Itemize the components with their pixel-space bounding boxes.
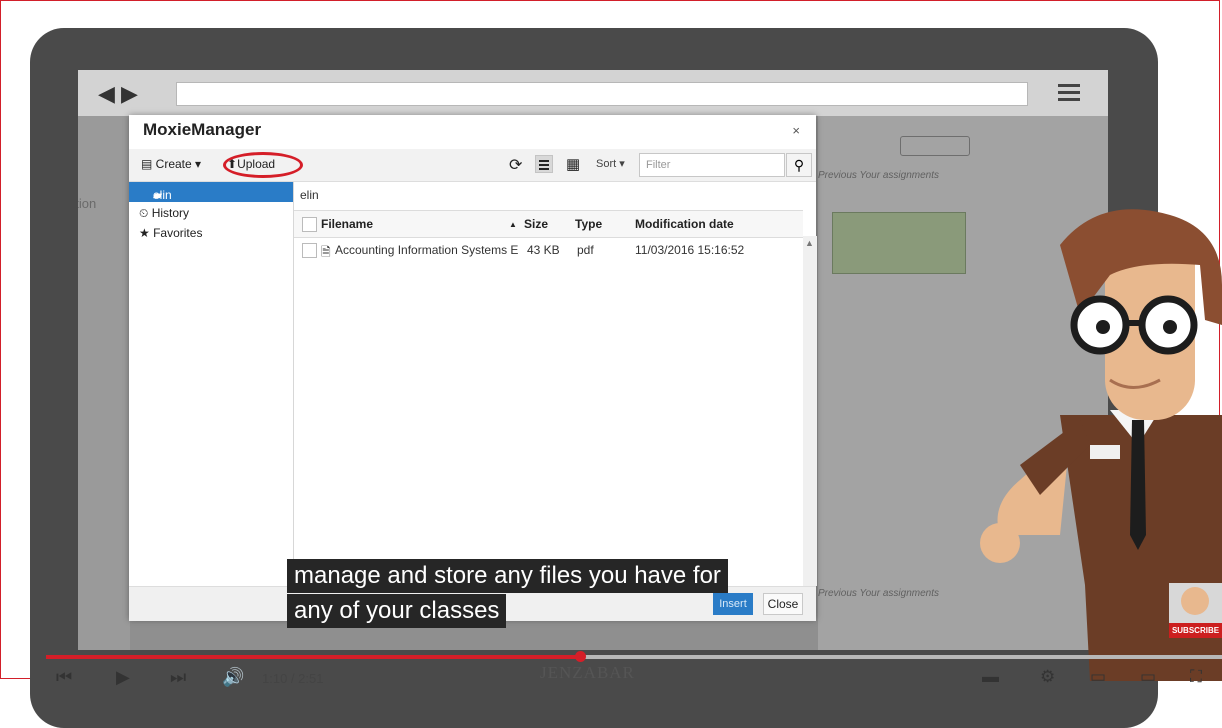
filter-input[interactable]: Filter [639,153,785,177]
background-left-panel: ation [78,116,130,650]
video-player-controls: ⏮ ▶ ⏭ 🔊 1:10 / 2:51 JENZABAR ▬ ⚙ ▭ ▭ ⛶ [0,650,1222,687]
background-nav-text: Previous Your assignments [818,170,939,181]
browser-toolbar: ◀ ▶ [78,70,1108,116]
column-header-modified[interactable]: Modification date [635,217,734,231]
background-nav-text-bottom: Previous Your assignments [818,588,939,599]
file-type: pdf [577,243,594,257]
select-all-checkbox[interactable] [302,217,317,232]
table-header: Filename ▲ Size Type Modification date [294,210,803,238]
menu-icon[interactable] [1058,84,1080,101]
background-left-text: ation [78,196,97,211]
settings-hd-icon[interactable]: ⚙ [1040,667,1055,687]
chevron-down-icon: ▾ [616,158,625,170]
progress-bar-fill [46,655,581,659]
column-header-size[interactable]: Size [524,217,548,231]
address-bar[interactable] [176,82,1028,106]
sort-ascending-icon: ▲ [509,220,517,229]
captions-icon[interactable]: ▬ [982,667,999,687]
moxiemanager-dialog: MoxieManager × ▤ Create ▾ ⬆Upload ⟳ ▦ So… [129,115,817,621]
browser-back-forward-icon[interactable]: ◀ ▶ [98,81,138,107]
sidebar-item-favorites[interactable]: ★ Favorites [139,226,202,240]
dialog-sidebar: ▰ elin ⏲ History ★ Favorites [129,182,293,586]
file-list-pane: elin Filename ▲ Size Type Modification d… [293,182,817,586]
playback-time: 1:10 / 2:51 [262,671,324,686]
subscribe-button[interactable]: SUBSCRIBE [1169,583,1222,638]
theater-mode-icon[interactable]: ▭ [1140,667,1156,687]
background-green-box [832,212,966,274]
upload-highlight-ring [223,152,303,178]
skip-back-icon[interactable]: ⏮ [56,667,72,688]
history-icon: ⏲ [139,206,152,220]
volume-icon[interactable]: 🔊 [222,667,244,688]
list-view-icon[interactable] [535,155,553,173]
table-row[interactable]: 🗎 Accounting Information Systems E 43 KB… [294,236,803,262]
dialog-title: MoxieManager [143,120,262,139]
pdf-file-icon: 🗎 [321,245,331,259]
refresh-icon[interactable]: ⟳ [509,155,522,175]
sidebar-item-elin[interactable]: ▰ elin [129,182,293,202]
file-size: 43 KB [527,243,560,257]
channel-avatar [1181,587,1209,615]
subtitle-line-1: manage and store any files you have for [287,559,728,593]
jenzabar-logo: JENZABAR [540,663,635,682]
scroll-up-icon[interactable]: ▲ [805,238,814,248]
fullscreen-icon[interactable]: ⛶ [1190,667,1202,687]
create-icon: ▤ [141,157,156,171]
file-name: Accounting Information Systems E [335,243,519,257]
search-icon[interactable]: ⚲ [786,153,812,177]
column-header-filename[interactable]: Filename [321,217,373,231]
dialog-toolbar: ▤ Create ▾ ⬆Upload ⟳ ▦ Sort ▾ Filter ⚲ [129,149,816,182]
star-icon: ★ [139,226,154,240]
row-checkbox[interactable] [302,243,317,258]
scrollbar[interactable]: ▲ [803,236,817,586]
grid-view-icon[interactable]: ▦ [566,155,580,173]
miniplayer-icon[interactable]: ▭ [1090,667,1106,687]
skip-forward-icon[interactable]: ⏭ [170,667,186,688]
subscribe-label: SUBSCRIBE [1169,623,1222,638]
progress-scrubber[interactable] [575,651,586,662]
chevron-down-icon: ▾ [191,157,202,171]
column-header-type[interactable]: Type [575,217,602,231]
create-label: Create [155,157,192,171]
close-icon[interactable]: × [792,123,800,138]
sort-button[interactable]: Sort ▾ [596,157,625,170]
create-button[interactable]: ▤ Create ▾ [141,157,201,171]
sidebar-item-label: Favorites [153,226,203,240]
sidebar-item-label: elin [153,188,172,202]
close-button[interactable]: Close [763,593,803,615]
breadcrumb[interactable]: elin [300,188,319,202]
play-icon[interactable]: ▶ [116,667,130,688]
insert-button[interactable]: Insert [713,593,753,615]
sort-label: Sort [596,158,617,170]
file-modified: 11/03/2016 15:16:52 [635,243,745,257]
subtitle-line-2: any of your classes [287,594,507,628]
sidebar-item-history[interactable]: ⏲ History [139,206,189,221]
sidebar-item-label: History [151,206,190,220]
background-icon-group [900,136,970,156]
